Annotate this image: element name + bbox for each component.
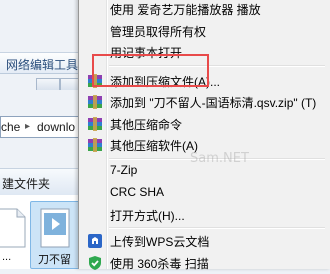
watermark: Sam.NET bbox=[190, 151, 249, 166]
explorer-tab[interactable] bbox=[36, 78, 60, 90]
video-file-icon[interactable] bbox=[38, 207, 72, 249]
menu-separator bbox=[109, 227, 325, 229]
winrar-archive-icon bbox=[88, 138, 102, 152]
toolbar-text: 网络编辑工具 bbox=[6, 58, 79, 72]
menu-item-add-to-zip[interactable]: 添加到 "刀不留人-国语标清.qsv.zip" (T) bbox=[81, 91, 327, 113]
menu-item-360-scan[interactable]: 使用 360杀毒 扫描 bbox=[81, 252, 327, 274]
menu-item-label: 使用 爱奇艺万能播放器 播放 bbox=[110, 3, 261, 17]
menu-item-label: 打开方式(H)... bbox=[110, 209, 185, 223]
menu-item-crc-sha[interactable]: CRC SHA bbox=[81, 182, 327, 204]
menu-item-label: 其他压缩软件(A) bbox=[110, 139, 198, 153]
annotation-highlight-box bbox=[92, 54, 209, 87]
winrar-archive-icon bbox=[88, 95, 102, 109]
address-segment[interactable]: downlo bbox=[37, 120, 75, 134]
menu-item-label: 上传到WPS云文档 bbox=[110, 235, 210, 249]
menu-item-label: CRC SHA bbox=[110, 185, 165, 199]
file-label[interactable]: ... bbox=[2, 251, 11, 263]
menu-item-label: 其他压缩命令 bbox=[110, 118, 183, 132]
winrar-archive-icon bbox=[88, 117, 102, 131]
menu-item-open-with[interactable]: 打开方式(H)... bbox=[81, 204, 327, 226]
menu-item-take-ownership[interactable]: 管理员取得所有权 bbox=[81, 20, 327, 42]
menu-item-other-compress-commands[interactable]: 其他压缩命令 bbox=[81, 113, 327, 135]
file-label[interactable]: 刀不留 bbox=[38, 251, 71, 267]
address-segment[interactable]: che bbox=[1, 120, 20, 134]
menu-item-label: 7-Zip bbox=[110, 163, 138, 177]
menu-item-upload-wps-cloud[interactable]: 上传到WPS云文档 bbox=[81, 230, 327, 252]
menu-item-label: 使用 360杀毒 扫描 bbox=[110, 257, 209, 271]
document-icon[interactable] bbox=[0, 207, 28, 249]
menu-item-label: 添加到 "刀不留人-国语标清.qsv.zip" (T) bbox=[110, 96, 317, 110]
menu-item-label: 管理员取得所有权 bbox=[110, 25, 207, 39]
wps-cloud-icon bbox=[88, 234, 102, 248]
new-folder-button[interactable]: 建文件夹 bbox=[2, 175, 50, 192]
menu-item-iqiyi-play[interactable]: 使用 爱奇艺万能播放器 播放 bbox=[81, 0, 327, 20]
context-menu: 使用 爱奇艺万能播放器 播放 管理员取得所有权 用记事本打开 添加到压缩文件(A… bbox=[78, 0, 330, 271]
breadcrumb-separator-icon[interactable]: ▸ bbox=[25, 121, 30, 132]
